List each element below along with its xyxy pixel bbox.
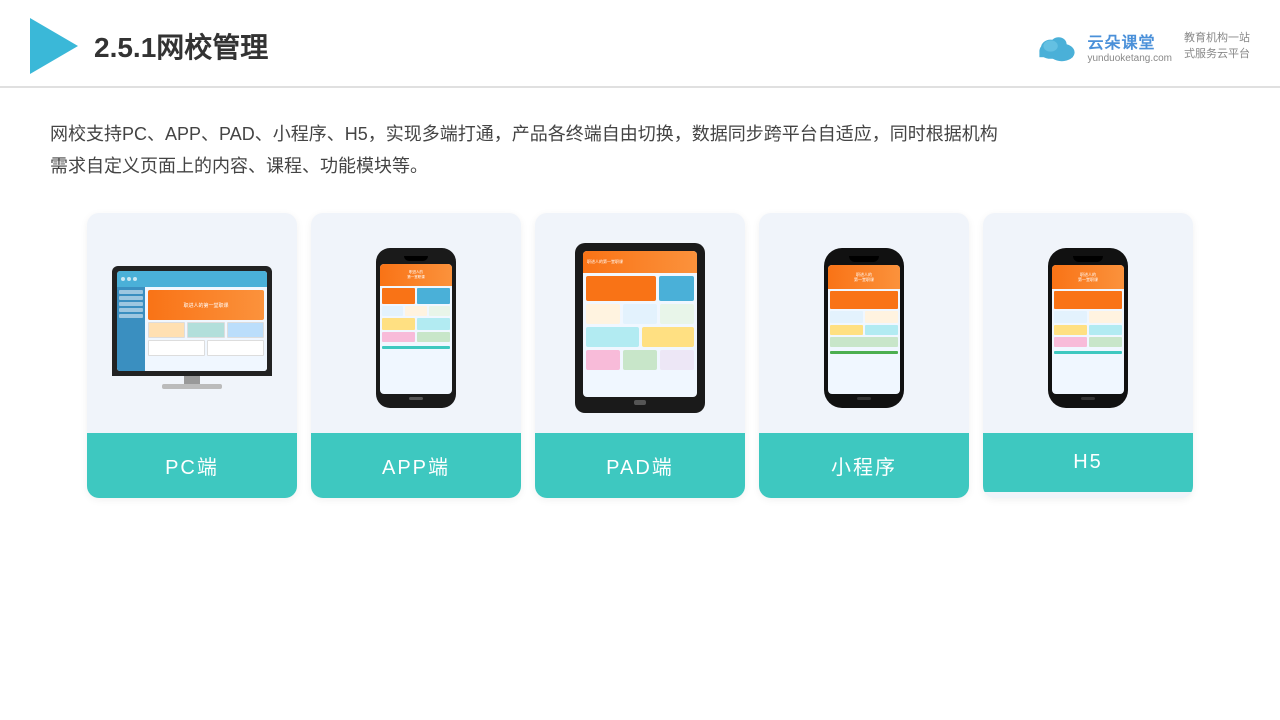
card-h5: 职进人的第一堂职课 — [983, 213, 1193, 498]
header: 2.5.1网校管理 云朵课堂 yunduoketang.com 教育机构一站 式… — [0, 0, 1280, 88]
phone-mockup-app: 职进人的第一堂职课 — [376, 248, 456, 408]
description: 网校支持PC、APP、PAD、小程序、H5，实现多端打通，产品各终端自由切换，数… — [50, 118, 1230, 183]
phone-mockup-h5: 职进人的第一堂职课 — [1048, 248, 1128, 408]
content: 网校支持PC、APP、PAD、小程序、H5，实现多端打通，产品各终端自由切换，数… — [0, 88, 1280, 518]
brand-url: yunduoketang.com — [1087, 53, 1172, 64]
brand-name: 云朵课堂 — [1087, 29, 1155, 53]
card-image-h5: 职进人的第一堂职课 — [983, 213, 1193, 433]
logo-triangle — [30, 18, 78, 74]
brand-logo: 云朵课堂 yunduoketang.com 教育机构一站 式服务云平台 — [1033, 29, 1250, 64]
brand-slogan: 教育机构一站 式服务云平台 — [1184, 30, 1250, 63]
pc-screen-inner: 职进人的第一堂职课 — [117, 271, 267, 371]
phone-mockup-mini: 职进人的第一堂职课 — [824, 248, 904, 408]
label-mini: 小程序 — [759, 433, 969, 498]
card-app: 职进人的第一堂职课 — [311, 213, 521, 498]
card-pad: 职进人的第一堂职课 — [535, 213, 745, 498]
card-mini: 职进人的第一堂职课 — [759, 213, 969, 498]
brand-area: 云朵课堂 yunduoketang.com 教育机构一站 式服务云平台 — [1033, 29, 1250, 64]
page-title: 2.5.1网校管理 — [94, 26, 268, 66]
card-image-pc: 职进人的第一堂职课 — [87, 213, 297, 433]
header-left: 2.5.1网校管理 — [30, 18, 268, 74]
label-h5: H5 — [983, 433, 1193, 492]
card-image-app: 职进人的第一堂职课 — [311, 213, 521, 433]
card-image-mini: 职进人的第一堂职课 — [759, 213, 969, 433]
card-pc: 职进人的第一堂职课 — [87, 213, 297, 498]
tablet-mockup: 职进人的第一堂职课 — [575, 243, 705, 413]
label-pad: PAD端 — [535, 433, 745, 498]
card-image-pad: 职进人的第一堂职课 — [535, 213, 745, 433]
cards-row: 职进人的第一堂职课 — [50, 213, 1230, 498]
label-pc: PC端 — [87, 433, 297, 498]
pc-mockup: 职进人的第一堂职课 — [112, 266, 272, 389]
label-app: APP端 — [311, 433, 521, 498]
pc-screen-outer: 职进人的第一堂职课 — [112, 266, 272, 376]
brand-text: 云朵课堂 yunduoketang.com — [1087, 29, 1172, 64]
cloud-icon — [1033, 30, 1081, 62]
